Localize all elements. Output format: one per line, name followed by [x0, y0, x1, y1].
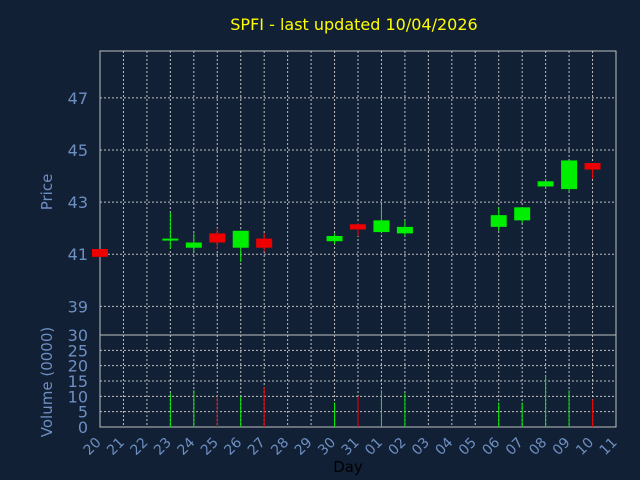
- price-tick-label: 41: [68, 245, 88, 264]
- volume-axis-label: Volume (0000): [38, 327, 56, 437]
- price-tick-label: 45: [68, 141, 88, 160]
- candle-body: [561, 160, 578, 190]
- chart-background: [0, 0, 640, 480]
- candle-body: [350, 224, 366, 230]
- x-axis: 20 21 22 23 24 25 26 27 28 29 30 31 01 02 03 04 05 06 07 08…: [81, 435, 621, 459]
- candle-body: [396, 226, 413, 234]
- price-axis-label: Price: [38, 174, 56, 211]
- candle-body: [185, 242, 202, 248]
- stock-chart: SPFI - last updated 10/04/2026 39 41 43 45 4…: [0, 0, 640, 480]
- candle-body: [232, 230, 249, 248]
- candle-body: [326, 235, 343, 242]
- candle-body: [92, 249, 108, 257]
- candle-body: [514, 207, 531, 221]
- candle-body: [584, 163, 601, 170]
- candle-body: [373, 220, 390, 233]
- price-tick-label: 39: [68, 297, 88, 316]
- candle-body: [490, 215, 507, 227]
- candle-body: [537, 181, 554, 187]
- price-tick-label: 47: [68, 89, 88, 108]
- volume-tick-label: 30: [68, 326, 88, 345]
- price-tick-label: 43: [68, 193, 88, 212]
- candle-body: [256, 238, 273, 248]
- chart-title: SPFI - last updated 10/04/2026: [230, 15, 477, 34]
- candle-body: [162, 238, 179, 241]
- x-axis-label: Day: [333, 458, 363, 476]
- candle-body: [209, 233, 226, 243]
